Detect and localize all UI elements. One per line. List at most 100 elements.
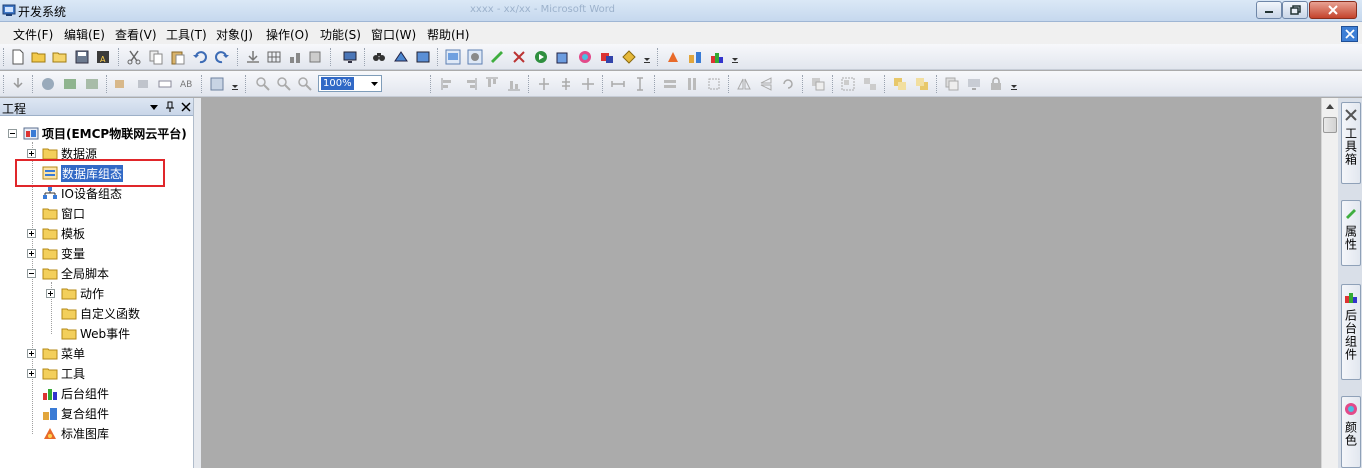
toolbar-grip[interactable] — [245, 75, 247, 93]
color-wheel-icon[interactable] — [577, 49, 593, 65]
toolbar-overflow-icon[interactable] — [1010, 81, 1019, 91]
collapse-icon[interactable] — [27, 268, 36, 278]
edit-script-icon[interactable] — [489, 49, 505, 65]
restore-button[interactable] — [1282, 1, 1308, 19]
monitor-icon[interactable] — [342, 49, 358, 65]
same-width-icon[interactable] — [662, 76, 678, 92]
align-bottom-icon[interactable] — [506, 76, 522, 92]
download-icon[interactable] — [245, 49, 261, 65]
tree-item[interactable]: 全局脚本 — [27, 264, 109, 282]
tag-icon[interactable] — [621, 49, 637, 65]
dock-tab-properties[interactable]: 属性 — [1341, 200, 1361, 266]
copy-icon[interactable] — [148, 49, 164, 65]
tree-item[interactable]: Web事件 — [46, 324, 130, 342]
expand-icon[interactable] — [46, 288, 55, 298]
distribute-horizontal-icon[interactable] — [610, 76, 626, 92]
tree-item[interactable]: 动作 — [46, 284, 104, 302]
menu-view[interactable]: 查看(V) — [115, 26, 157, 43]
menu-operate[interactable]: 操作(O) — [266, 26, 309, 43]
component-icon[interactable] — [599, 49, 615, 65]
menu-object[interactable]: 对象(J) — [216, 26, 253, 43]
export-icon[interactable] — [555, 49, 571, 65]
toolbar-grip[interactable] — [657, 48, 659, 66]
expand-icon[interactable] — [27, 368, 36, 378]
dock-tab-backend-components[interactable]: 后台组件 — [1341, 284, 1361, 380]
same-height-icon[interactable] — [684, 76, 700, 92]
screen-run-icon[interactable] — [467, 49, 483, 65]
menu-help[interactable]: 帮助(H) — [427, 26, 469, 43]
menu-file[interactable]: 文件(F) — [13, 26, 53, 43]
add-object-icon[interactable] — [40, 76, 56, 92]
zoom-select[interactable]: 100% — [318, 75, 382, 92]
spell-icon[interactable]: AB — [179, 76, 195, 92]
close-icon[interactable] — [179, 100, 193, 114]
backend-component-icon[interactable] — [709, 49, 725, 65]
minimize-button[interactable] — [1256, 1, 1282, 19]
duplicate-icon[interactable] — [944, 76, 960, 92]
picture-icon[interactable] — [62, 76, 78, 92]
import-icon[interactable] — [10, 76, 26, 92]
tree-item[interactable]: 模板 — [27, 224, 85, 242]
tree-item[interactable]: 工具 — [27, 364, 85, 382]
close-button[interactable] — [1309, 1, 1357, 19]
save-as-icon[interactable]: A — [95, 49, 111, 65]
toolbar-grip[interactable] — [3, 75, 5, 93]
rotate-icon[interactable] — [780, 76, 796, 92]
scroll-up-button[interactable] — [1322, 98, 1338, 115]
layer-icon[interactable] — [307, 49, 323, 65]
display-icon[interactable] — [966, 76, 982, 92]
composite-component-icon[interactable] — [687, 49, 703, 65]
send-to-back-icon[interactable] — [914, 76, 930, 92]
toolbar-grip[interactable] — [430, 75, 432, 93]
undo-icon[interactable] — [192, 49, 208, 65]
menu-edit[interactable]: 编辑(E) — [64, 26, 105, 43]
flip-vertical-icon[interactable] — [758, 76, 774, 92]
link-icon[interactable] — [113, 76, 129, 92]
ungroup-objects-icon[interactable] — [862, 76, 878, 92]
grid-icon[interactable] — [266, 49, 282, 65]
property-icon[interactable] — [135, 76, 151, 92]
same-size-icon[interactable] — [706, 76, 722, 92]
toolbar-overflow-icon[interactable] — [231, 81, 240, 91]
document-close-button[interactable] — [1341, 26, 1358, 42]
dock-tab-colors[interactable]: 颜色 — [1341, 396, 1361, 468]
panel-splitter[interactable] — [193, 98, 201, 468]
save-icon[interactable] — [74, 49, 90, 65]
paste-icon[interactable] — [170, 49, 186, 65]
tree-item[interactable]: 项目(EMCP物联网云平台) — [8, 124, 187, 142]
library-icon[interactable] — [665, 49, 681, 65]
align-bottom-icon[interactable] — [287, 49, 303, 65]
window-icon[interactable] — [415, 49, 431, 65]
tools-icon[interactable] — [511, 49, 527, 65]
bring-forward-icon[interactable] — [810, 76, 826, 92]
lock-icon[interactable] — [988, 76, 1004, 92]
zoom-fit-icon[interactable] — [297, 76, 313, 92]
bring-to-front-icon[interactable] — [892, 76, 908, 92]
zoom-out-icon[interactable] — [276, 76, 292, 92]
new-file-icon[interactable] — [10, 49, 26, 65]
expand-icon[interactable] — [27, 348, 36, 358]
tree-item[interactable]: 后台组件 — [27, 384, 109, 402]
scroll-thumb[interactable] — [1323, 117, 1337, 133]
distribute-vertical-icon[interactable] — [632, 76, 648, 92]
dock-tab-toolbox[interactable]: 工具箱 — [1341, 102, 1361, 184]
run-icon[interactable] — [533, 49, 549, 65]
zoom-in-icon[interactable] — [255, 76, 271, 92]
toolbar-overflow-icon[interactable] — [643, 54, 652, 64]
tree-item[interactable]: 自定义函数 — [46, 304, 140, 322]
tree-item[interactable]: 标准图库 — [27, 424, 109, 442]
pin-icon[interactable] — [163, 100, 177, 114]
design-canvas[interactable] — [201, 98, 1321, 468]
text-box-icon[interactable] — [157, 76, 173, 92]
align-left-icon[interactable] — [440, 76, 456, 92]
screen-edit-icon[interactable] — [445, 49, 461, 65]
center-both-icon[interactable] — [580, 76, 596, 92]
expand-icon[interactable] — [27, 228, 36, 238]
replace-icon[interactable] — [393, 49, 409, 65]
tree-item[interactable]: 窗口 — [27, 204, 85, 222]
tree-item[interactable]: 菜单 — [27, 344, 85, 362]
panel-menu-icon[interactable] — [147, 100, 161, 114]
tree-item[interactable]: 变量 — [27, 244, 85, 262]
expand-icon[interactable] — [27, 148, 36, 158]
cut-icon[interactable] — [126, 49, 142, 65]
